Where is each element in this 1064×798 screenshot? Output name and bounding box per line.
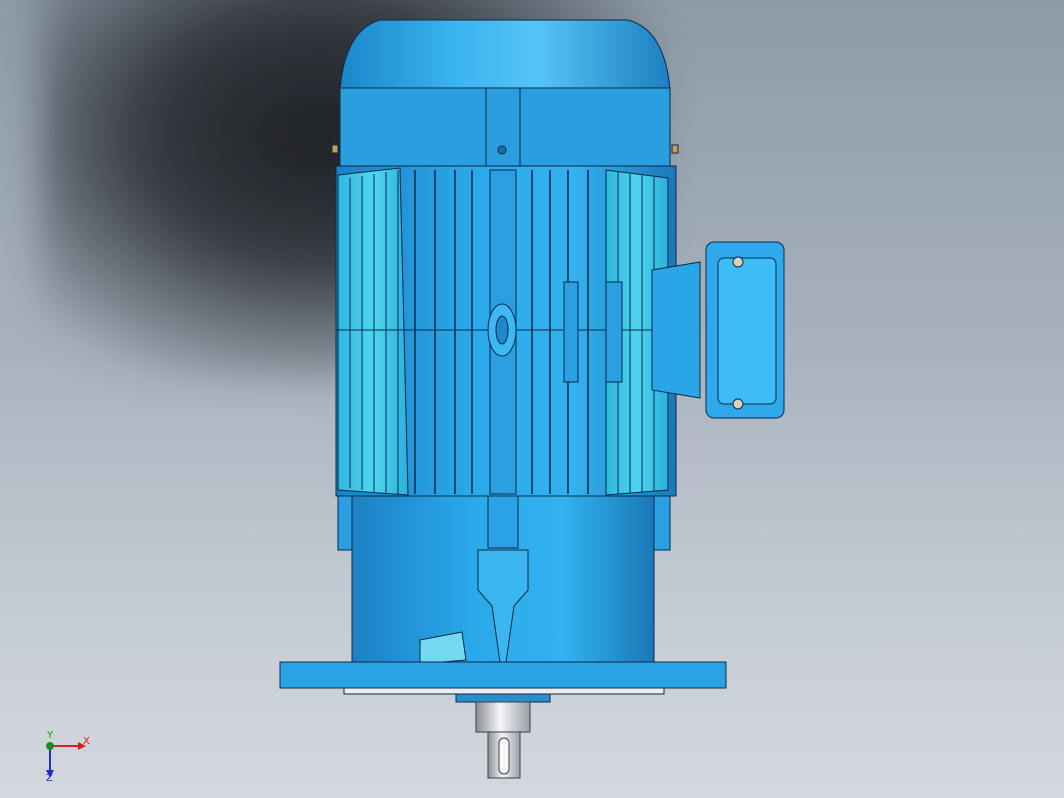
z-axis-label: Z <box>46 773 53 784</box>
y-axis-dot <box>46 742 54 750</box>
cad-viewport[interactable]: X Y Z <box>0 0 1064 798</box>
motor-3d-model[interactable] <box>0 0 1064 798</box>
y-axis-label: Y <box>47 730 54 741</box>
axis-triad: X Y Z <box>38 730 108 792</box>
terminal-box <box>651 241 785 419</box>
output-shaft <box>475 701 531 779</box>
flange-housing <box>279 495 727 703</box>
x-axis-label: X <box>83 736 90 747</box>
fan-cover <box>331 19 679 167</box>
motor-frame <box>335 165 677 497</box>
